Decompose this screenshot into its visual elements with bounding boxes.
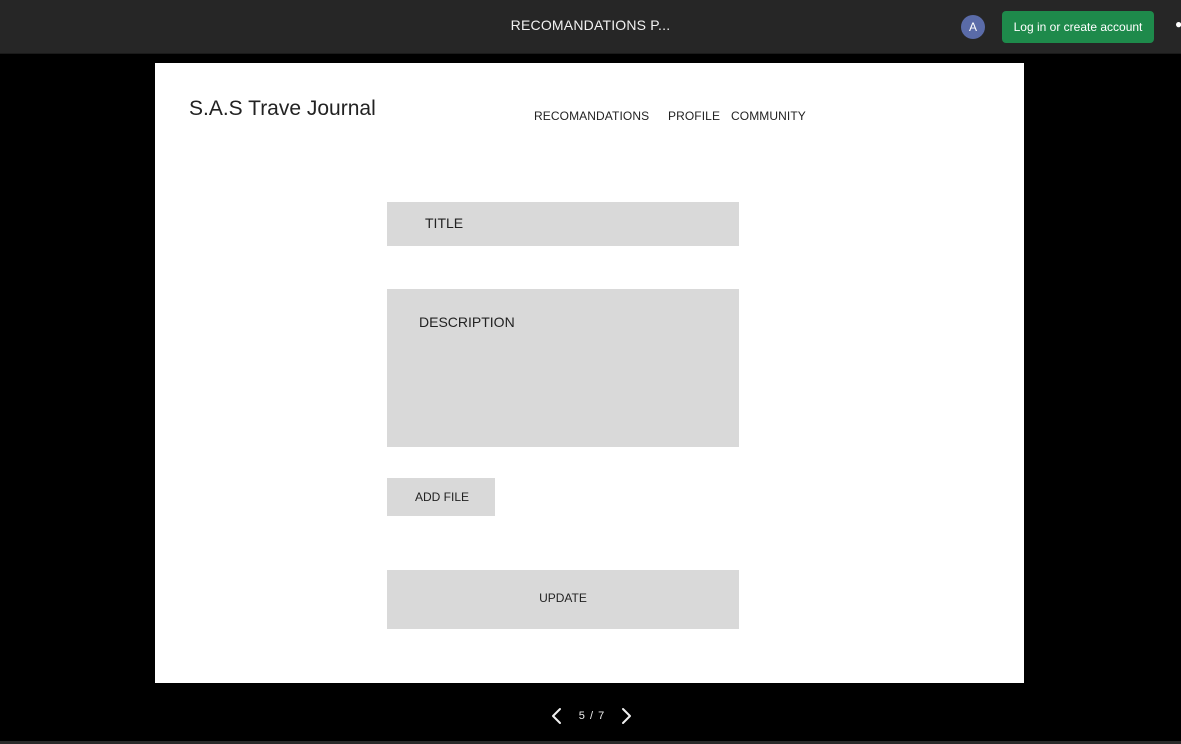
slide-canvas: S.A.S Trave Journal RECOMANDATIONS PROFI… [155, 63, 1024, 683]
presentation-viewer: RECOMANDATIONS P... A Log in or create a… [0, 0, 1181, 744]
clipped-toolbar-item: ● [1175, 17, 1181, 31]
chevron-left-icon[interactable] [547, 705, 567, 727]
slide-pager: 5 / 7 [0, 703, 1181, 731]
add-file-label: ADD FILE [415, 490, 470, 504]
nav-item-recommendations[interactable]: RECOMANDATIONS [534, 109, 649, 123]
page-counter: 5 / 7 [578, 710, 606, 722]
site-brand: S.A.S Trave Journal [189, 97, 376, 120]
description-textarea[interactable]: DESCRIPTION [387, 289, 739, 447]
chevron-right-icon[interactable] [616, 705, 636, 727]
description-label: DESCRIPTION [419, 314, 515, 330]
add-file-button[interactable]: ADD FILE [387, 478, 495, 516]
login-button[interactable]: Log in or create account [1002, 11, 1154, 43]
update-button[interactable]: UPDATE [387, 570, 739, 629]
title-input-label: TITLE [425, 215, 464, 231]
update-label: UPDATE [539, 591, 587, 605]
nav-item-community[interactable]: COMMUNITY [731, 109, 806, 123]
user-avatar[interactable]: A [961, 15, 985, 39]
title-input[interactable]: TITLE [387, 202, 739, 246]
nav-item-profile[interactable]: PROFILE [668, 109, 720, 123]
top-bar: RECOMANDATIONS P... A Log in or create a… [0, 0, 1181, 54]
